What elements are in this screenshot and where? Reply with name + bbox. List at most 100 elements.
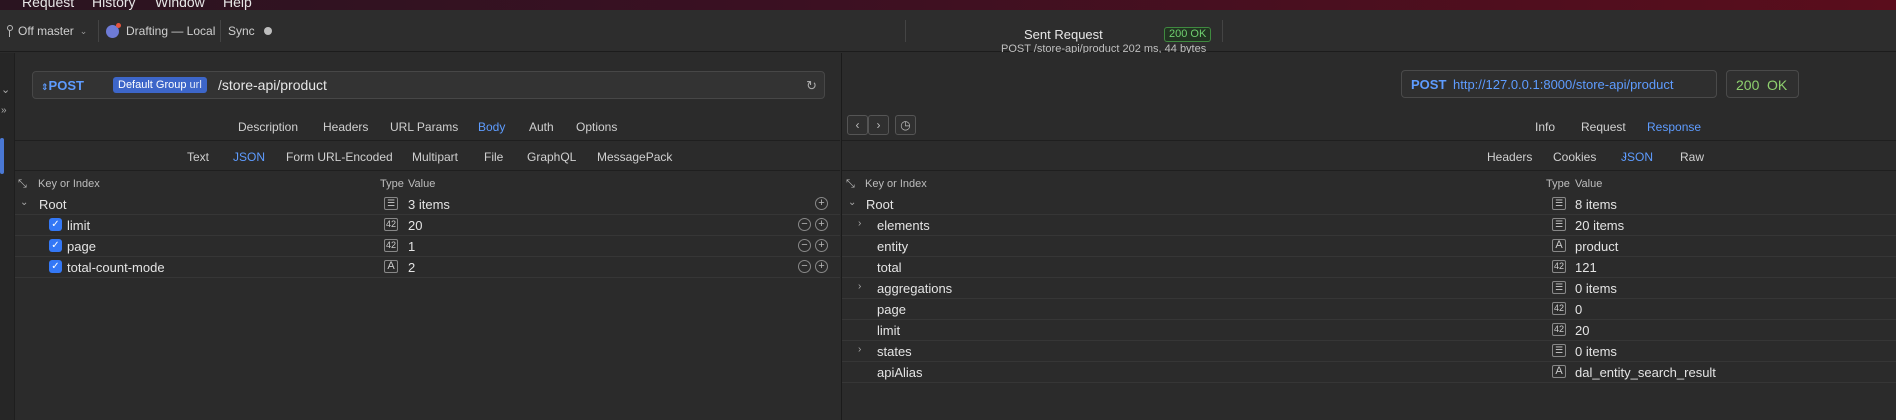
add-icon[interactable]: +	[815, 239, 828, 252]
row-key[interactable]: limit	[67, 218, 90, 233]
row-value: 121	[1575, 260, 1597, 275]
remove-icon[interactable]: −	[798, 260, 811, 273]
divider	[15, 170, 840, 171]
column-key-header: Key or Index	[865, 178, 927, 190]
body-type-file[interactable]: File	[484, 150, 503, 164]
table-row-root[interactable]: ⌄ Root ☰ 8 items	[842, 194, 1896, 215]
method-selector[interactable]: ⇕POST	[41, 78, 84, 93]
tab-body[interactable]: Body	[478, 120, 505, 134]
row-enabled-checkbox[interactable]: ✓	[49, 218, 62, 231]
chevron-down-icon[interactable]: ⌄	[1, 83, 10, 96]
menu-help[interactable]: Help	[223, 0, 252, 10]
row-enabled-checkbox[interactable]: ✓	[49, 239, 62, 252]
row-value[interactable]: 1	[408, 239, 415, 254]
response-method: POST	[1411, 77, 1447, 92]
table-row[interactable]: ✓ total-count-mode A 2 − +	[15, 257, 840, 278]
body-type-graphql[interactable]: GraphQL	[527, 150, 576, 164]
row-value: dal_entity_search_result	[1575, 365, 1716, 380]
row-key[interactable]: page	[67, 239, 96, 254]
expand-sidebar-icon[interactable]: »	[1, 105, 7, 116]
table-row-root[interactable]: ⌄ Root ☰ 3 items +	[15, 194, 840, 215]
tab-response[interactable]: Response	[1647, 120, 1701, 134]
remove-icon[interactable]: −	[798, 239, 811, 252]
tab-info[interactable]: Info	[1535, 120, 1555, 134]
sync-button[interactable]: Sync	[228, 24, 272, 38]
tab-headers[interactable]: Headers	[323, 120, 368, 134]
subtab-raw[interactable]: Raw	[1680, 150, 1704, 164]
avatar	[106, 22, 121, 38]
toolbar-divider	[98, 20, 99, 42]
table-row[interactable]: › states ☰ 0 items	[842, 341, 1896, 362]
row-key: Root	[866, 197, 894, 212]
row-enabled-checkbox[interactable]: ✓	[49, 260, 62, 273]
status-code: 200	[1736, 77, 1760, 93]
chevron-right-icon[interactable]: ›	[858, 281, 861, 292]
chevron-right-icon[interactable]: ›	[858, 218, 861, 229]
response-viewer: POST http://127.0.0.1:8000/store-api/pro…	[841, 53, 1896, 420]
tab-auth[interactable]: Auth	[529, 120, 554, 134]
chevron-down-icon[interactable]: ⌄	[848, 197, 856, 208]
add-icon[interactable]: +	[815, 260, 828, 273]
menu-window[interactable]: Window	[155, 0, 205, 10]
number-type-icon: 42	[384, 218, 398, 231]
list-icon: ☰	[1552, 344, 1566, 357]
response-url[interactable]: http://127.0.0.1:8000/store-api/product	[1453, 77, 1673, 92]
table-row[interactable]: total 42 121	[842, 257, 1896, 278]
response-url-box: POST http://127.0.0.1:8000/store-api/pro…	[1401, 70, 1717, 98]
menu-history[interactable]: History	[92, 0, 136, 10]
table-row[interactable]: ✓ limit 42 20 − +	[15, 215, 840, 236]
column-type-header: Type	[1546, 178, 1570, 190]
number-type-icon: 42	[1552, 260, 1566, 273]
body-type-text[interactable]: Text	[187, 150, 209, 164]
env-token-chip[interactable]: Default Group url	[113, 77, 207, 93]
subtab-headers[interactable]: Headers	[1487, 150, 1532, 164]
tab-options[interactable]: Options	[576, 120, 617, 134]
workspace-label: Drafting — Local	[126, 24, 216, 38]
chevron-right-icon[interactable]: ›	[858, 344, 861, 355]
body-type-form[interactable]: Form URL-Encoded	[286, 150, 393, 164]
row-value[interactable]: 20	[408, 218, 422, 233]
table-row[interactable]: entity A product	[842, 236, 1896, 257]
row-value[interactable]: 2	[408, 260, 415, 275]
body-type-messagepack[interactable]: MessagePack	[597, 150, 672, 164]
chevron-down-icon[interactable]: ⌄	[20, 197, 28, 208]
url-path[interactable]: /store-api/product	[218, 77, 327, 93]
collapse-all-icon[interactable]: ⤡	[18, 178, 27, 191]
workspace-selector[interactable]: Drafting — Local	[106, 22, 216, 38]
add-icon[interactable]: +	[815, 218, 828, 231]
table-row[interactable]: page 42 0	[842, 299, 1896, 320]
remove-icon[interactable]: −	[798, 218, 811, 231]
row-value: product	[1575, 239, 1619, 254]
body-type-multipart[interactable]: Multipart	[412, 150, 458, 164]
divider	[842, 170, 1896, 171]
method-label: POST	[48, 78, 84, 93]
url-bar[interactable]: ⇕POST Default Group url /store-api/produ…	[32, 71, 825, 99]
row-value: 3 items	[408, 197, 450, 212]
branch-label: Off master	[18, 24, 74, 38]
table-row[interactable]: apiAlias A dal_entity_search_result	[842, 362, 1896, 383]
tab-description[interactable]: Description	[238, 120, 298, 134]
table-row[interactable]: limit 42 20	[842, 320, 1896, 341]
body-type-tabs: Text JSON Form URL-Encoded Multipart Fil…	[15, 150, 840, 170]
subtab-cookies[interactable]: Cookies	[1553, 150, 1596, 164]
table-row[interactable]: › elements ☰ 20 items	[842, 215, 1896, 236]
tab-url-params[interactable]: URL Params	[390, 120, 458, 134]
row-key: apiAlias	[877, 365, 923, 380]
number-type-icon: 42	[1552, 323, 1566, 336]
divider	[15, 140, 840, 141]
table-row[interactable]: ✓ page 42 1 − +	[15, 236, 840, 257]
menu-request[interactable]: Request	[22, 0, 74, 10]
collapse-all-icon[interactable]: ⤡	[846, 178, 855, 191]
row-key[interactable]: total-count-mode	[67, 260, 165, 275]
refresh-icon[interactable]: ↻	[806, 78, 817, 94]
add-icon[interactable]: +	[815, 197, 828, 210]
table-row[interactable]: › aggregations ☰ 0 items	[842, 278, 1896, 299]
row-value: 0	[1575, 302, 1583, 317]
sidebar-strip: ⌄ »	[0, 53, 15, 420]
branch-selector[interactable]: Off master ⌄	[4, 24, 87, 38]
tab-request[interactable]: Request	[1581, 120, 1626, 134]
sort-arrows-icon: ⇕	[41, 82, 49, 92]
body-type-json[interactable]: JSON	[233, 150, 265, 164]
request-tabs: Description Headers URL Params Body Auth…	[15, 120, 840, 140]
string-type-icon: A	[1552, 365, 1566, 378]
